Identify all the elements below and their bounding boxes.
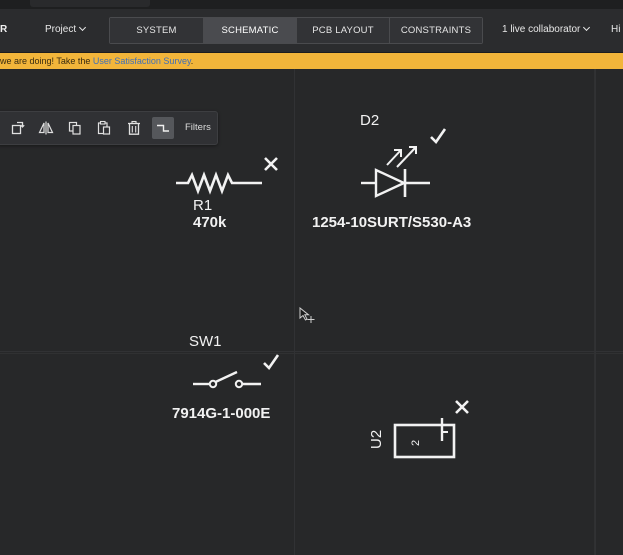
component-ref-u2: U2 bbox=[368, 430, 385, 449]
paste-icon bbox=[97, 120, 111, 135]
chevron-down-icon bbox=[79, 23, 87, 32]
pin-label-u2: 2 bbox=[410, 440, 422, 446]
component-value-sw1: 7914G-1-000E bbox=[172, 405, 271, 422]
copy-button[interactable] bbox=[64, 117, 86, 139]
survey-link[interactable]: User Satisfaction Survey bbox=[93, 56, 191, 66]
banner-text: we are doing! Take the bbox=[0, 56, 93, 66]
trash-icon bbox=[128, 120, 140, 135]
project-menu-label: Project bbox=[45, 24, 77, 35]
app-root: R Project SYSTEM SCHEMATIC PCB LAYOUT CO… bbox=[0, 0, 623, 555]
chevron-down-icon bbox=[583, 23, 591, 32]
move-cursor-icon bbox=[299, 307, 315, 323]
rotate-icon bbox=[11, 121, 25, 135]
switch-symbol-sw1[interactable] bbox=[191, 368, 263, 392]
flip-button[interactable] bbox=[35, 117, 57, 139]
project-menu-button[interactable]: Project bbox=[45, 23, 87, 35]
collaborators-menu[interactable]: 1 live collaborator bbox=[502, 23, 591, 35]
wire-tool-button[interactable] bbox=[152, 117, 174, 139]
browser-tab[interactable] bbox=[30, 0, 150, 7]
delete-button[interactable] bbox=[123, 117, 145, 139]
component-value-r1: 470k bbox=[193, 214, 227, 231]
tab-constraints[interactable]: CONSTRAINTS bbox=[390, 18, 482, 43]
copy-icon bbox=[68, 121, 81, 135]
x-mark-icon bbox=[455, 400, 469, 414]
wire-icon bbox=[157, 124, 169, 132]
tab-schematic[interactable]: SCHEMATIC bbox=[204, 18, 297, 43]
brand-label: R bbox=[0, 24, 8, 35]
view-tabs: SYSTEM SCHEMATIC PCB LAYOUT CONSTRAINTS bbox=[109, 17, 483, 44]
check-mark-icon bbox=[263, 354, 280, 371]
browser-tab-strip bbox=[0, 0, 623, 9]
resistor-symbol-r1[interactable] bbox=[174, 168, 264, 198]
selection-toolbar: Filters bbox=[0, 111, 218, 145]
collaborators-label: 1 live collaborator bbox=[502, 24, 581, 35]
paste-button[interactable] bbox=[93, 117, 115, 139]
grid-line bbox=[595, 69, 596, 555]
ic-block-symbol-u2[interactable]: U2 2 bbox=[368, 416, 460, 462]
tab-pcb-layout[interactable]: PCB LAYOUT bbox=[297, 18, 390, 43]
x-mark-icon bbox=[264, 157, 278, 171]
rotate-button[interactable] bbox=[7, 117, 29, 139]
grid-line bbox=[0, 351, 623, 352]
help-menu-partial[interactable]: Hi bbox=[611, 24, 620, 35]
component-ref-d2: D2 bbox=[360, 112, 380, 129]
tab-system[interactable]: SYSTEM bbox=[110, 18, 204, 43]
component-value-d2: 1254-10SURT/S530-A3 bbox=[312, 214, 472, 231]
filters-button[interactable]: Filters bbox=[185, 122, 211, 133]
led-symbol-d2[interactable] bbox=[358, 140, 434, 202]
grid-line bbox=[294, 69, 295, 555]
component-ref-sw1: SW1 bbox=[189, 333, 222, 350]
flip-horizontal-icon bbox=[38, 121, 54, 135]
banner-text-end: . bbox=[190, 56, 194, 66]
component-ref-r1: R1 bbox=[193, 197, 213, 214]
survey-banner: we are doing! Take the User Satisfaction… bbox=[0, 53, 623, 69]
app-header: R Project SYSTEM SCHEMATIC PCB LAYOUT CO… bbox=[0, 9, 623, 53]
